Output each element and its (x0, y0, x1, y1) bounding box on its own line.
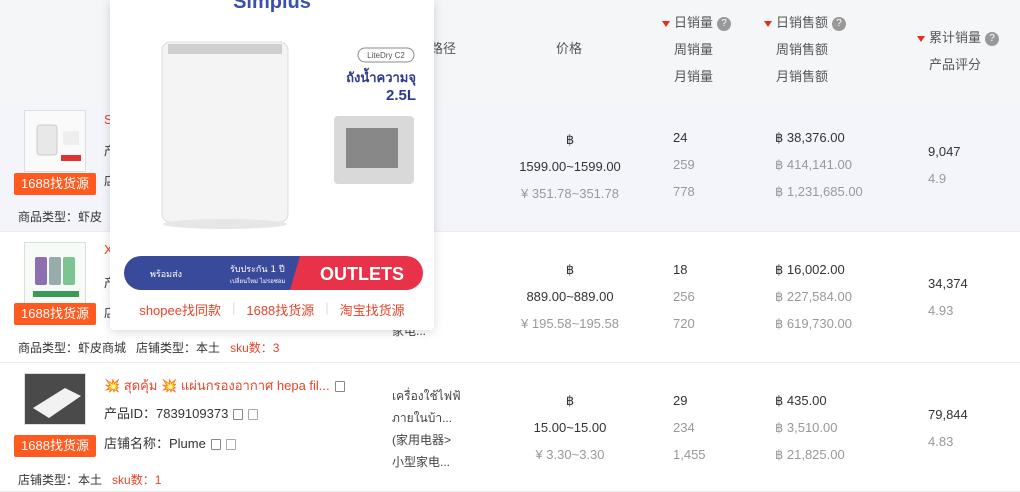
sales-cell: 24 259 778 (673, 130, 695, 199)
source-1688-button[interactable]: 1688找货源 (14, 435, 96, 457)
model-label: LiteDry C2 (367, 51, 405, 60)
header-rating: 产品评分 (929, 57, 982, 72)
total-cell: 79,844 4.83 (928, 407, 968, 449)
capacity-value: 2.5L (386, 87, 416, 104)
header-total-col[interactable]: 累计销量? 产品评分 (917, 24, 1000, 78)
price-cell: ฿ 1599.00~1599.00 ¥ 351.78~351.78 (519, 132, 621, 201)
product-meta-line: 商品类型：虾皮商城 店铺类型：本土 sku数：3 (18, 341, 280, 355)
warranty-sub: เปลี่ยนใหม่ ไม่รอซ่อม (230, 277, 285, 285)
revenue-cell: ฿ 38,376.00 ฿ 414,141.00 ฿ 1,231,685.00 (775, 130, 863, 199)
price-cell: ฿ 15.00~15.00 ¥ 3.30~3.30 (533, 393, 607, 462)
product-preview-popup: Simplus LiteDry C2 ถังน้ำความจุ 2.5L พร้… (110, 0, 434, 330)
ready-ship-label: พร้อมส่ง (150, 269, 182, 280)
price-cell: ฿ 889.00~889.00 ¥ 195.58~195.58 (521, 262, 619, 331)
revenue-cell: ฿ 16,002.00 ฿ 227,584.00 ฿ 619,730.00 (775, 262, 852, 331)
total-cell: 9,047 4.9 (928, 144, 961, 186)
dehumidifier-image (25, 111, 85, 171)
external-link-icon[interactable] (225, 439, 236, 451)
product-title[interactable]: 💥 สุดคุ้ม 💥 แผ่นกรองอากาศ hepa fil... (104, 375, 345, 396)
sales-cell: 18 256 720 (673, 262, 695, 331)
copy-icon[interactable] (210, 439, 221, 451)
header-revenue-col[interactable]: 日销售额? 周销售额 月销售额 (764, 9, 847, 90)
product-meta-line: 店铺类型：本土 sku数：1 (18, 473, 162, 487)
sort-desc-icon[interactable] (764, 20, 772, 27)
table-row[interactable]: 1688找货源 💥 สุดคุ้ม 💥 แผ่นกรองอากาศ hepa f… (0, 363, 1020, 492)
external-link-icon[interactable] (248, 409, 259, 421)
category-path: เครื่องใช้ไฟฟ้ ภายในบ้า... (家用电器> 小型家电... (392, 389, 461, 469)
product-preview-image: Simplus LiteDry C2 ถังน้ำความจุ 2.5L พร้… (110, 0, 434, 296)
product-table: 路径 价格 日销量? 周销量 月销量 日销售额? 周销售额 月销售额 累计销量?… (0, 0, 1020, 492)
source-1688-link[interactable]: 1688找货源 (235, 300, 325, 319)
hepa-filter-image (25, 374, 85, 424)
product-id: 产品ID：7839109373 (104, 403, 259, 422)
source-1688-button[interactable]: 1688找货源 (14, 173, 96, 195)
product-thumbnail[interactable] (24, 242, 86, 304)
sales-cell: 29 234 1,455 (673, 393, 706, 462)
copy-icon[interactable] (233, 409, 244, 421)
header-price: 价格 (556, 41, 583, 56)
outlets-label: OUTLETS (320, 264, 404, 284)
copy-icon[interactable] (334, 381, 345, 393)
header-monthly-revenue: 月销售额 (776, 69, 829, 84)
header-monthly-sales: 月销量 (674, 69, 714, 84)
sort-desc-icon[interactable] (662, 20, 670, 27)
shopee-same-link[interactable]: shopee找同款 (128, 300, 232, 319)
warranty-label: รับประกัน 1 ปี (230, 264, 285, 275)
product-thumbnail[interactable] (24, 373, 86, 425)
taobao-source-link[interactable]: 淘宝找货源 (329, 300, 416, 319)
header-weekly-revenue: 周销售额 (776, 42, 829, 57)
help-icon[interactable]: ? (985, 31, 1000, 46)
brand-logo: Simplus (233, 0, 311, 13)
revenue-cell: ฿ 435.00 ฿ 3,510.00 ฿ 21,825.00 (775, 393, 845, 462)
help-icon[interactable]: ? (717, 16, 732, 31)
sort-desc-icon[interactable] (917, 35, 925, 42)
product-thumbnail[interactable] (24, 110, 86, 172)
header-weekly-sales: 周销量 (674, 42, 714, 57)
total-cell: 34,374 4.93 (928, 276, 968, 318)
shop-name: 店铺名称：Plume (104, 433, 236, 452)
source-links: shopee找同款 | 1688找货源 | 淘宝找货源 (110, 300, 434, 319)
header-sales-col[interactable]: 日销量? 周销量 月销量 (662, 9, 732, 90)
help-icon[interactable]: ? (832, 16, 847, 31)
air-filter-image (25, 243, 85, 303)
product-type: 商品类型：虾皮 (18, 210, 103, 224)
source-1688-button[interactable]: 1688找货源 (14, 303, 96, 325)
